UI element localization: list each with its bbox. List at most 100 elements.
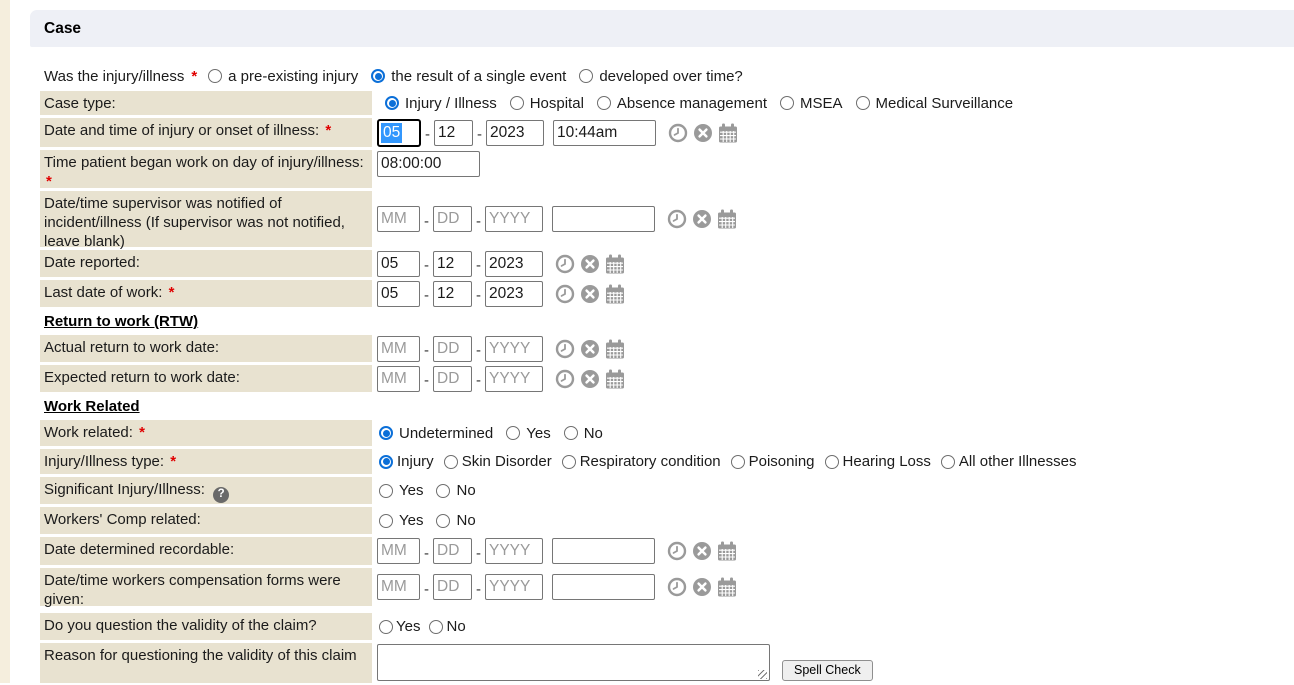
recordable-date-year-input[interactable] <box>485 538 543 564</box>
time-began-work-input[interactable] <box>377 151 480 177</box>
radio-label[interactable]: Injury <box>397 453 434 470</box>
wc-forms-date-month-input[interactable] <box>377 574 420 600</box>
clear-icon[interactable] <box>692 122 714 144</box>
clear-icon[interactable] <box>691 208 713 230</box>
radio-label[interactable]: No <box>456 512 475 529</box>
radio-label[interactable]: No <box>584 425 603 442</box>
supervisor-time-input[interactable] <box>552 206 655 232</box>
radio-icon[interactable] <box>379 620 393 634</box>
radio-option-yes[interactable]: Yes <box>379 482 423 499</box>
radio-option-hearing-loss[interactable]: Hearing Loss <box>825 453 931 470</box>
radio-icon[interactable] <box>429 620 443 634</box>
expected-rtw-year-input[interactable] <box>485 366 543 392</box>
radio-icon[interactable] <box>579 69 593 83</box>
supervisor-date-year-input[interactable] <box>485 206 543 232</box>
clock-icon[interactable] <box>554 338 576 360</box>
injury-time-input[interactable] <box>553 120 656 146</box>
radio-label[interactable]: the result of a single event <box>391 68 566 85</box>
radio-label[interactable]: MSEA <box>800 95 843 112</box>
clear-icon[interactable] <box>579 338 601 360</box>
radio-icon[interactable] <box>941 455 955 469</box>
calendar-icon[interactable] <box>604 253 626 275</box>
calendar-icon[interactable] <box>717 122 739 144</box>
recordable-date-day-input[interactable] <box>433 538 472 564</box>
radio-icon[interactable] <box>856 96 870 110</box>
clock-icon[interactable] <box>667 122 689 144</box>
radio-icon-selected[interactable] <box>385 96 399 110</box>
radio-option-pre-existing[interactable]: a pre-existing injury <box>208 68 358 85</box>
recordable-date-month-input[interactable] <box>377 538 420 564</box>
clock-icon[interactable] <box>666 540 688 562</box>
calendar-icon[interactable] <box>604 368 626 390</box>
reported-date-day-input[interactable] <box>433 251 472 277</box>
last-date-day-input[interactable] <box>433 281 472 307</box>
radio-option-respiratory[interactable]: Respiratory condition <box>562 453 721 470</box>
radio-label[interactable]: Respiratory condition <box>580 453 721 470</box>
radio-icon[interactable] <box>597 96 611 110</box>
radio-option-developed-over-time[interactable]: developed over time? <box>579 68 742 85</box>
radio-option-single-event[interactable]: the result of a single event <box>371 68 566 85</box>
supervisor-date-month-input[interactable] <box>377 206 420 232</box>
radio-icon[interactable] <box>379 514 393 528</box>
radio-icon[interactable] <box>506 426 520 440</box>
last-date-month-input[interactable] <box>377 281 420 307</box>
clock-icon[interactable] <box>666 576 688 598</box>
radio-option-no[interactable]: No <box>436 512 475 529</box>
radio-label[interactable]: Undetermined <box>399 425 493 442</box>
expected-rtw-month-input[interactable] <box>377 366 420 392</box>
injury-date-day-input[interactable] <box>434 120 473 146</box>
injury-date-year-input[interactable] <box>486 120 544 146</box>
reason-textarea[interactable] <box>377 644 770 681</box>
radio-label[interactable]: All other Illnesses <box>959 453 1077 470</box>
radio-option-medical-surveillance[interactable]: Medical Surveillance <box>856 95 1014 112</box>
spell-check-button[interactable]: Spell Check <box>782 660 873 681</box>
radio-label[interactable]: Yes <box>399 512 423 529</box>
radio-icon-selected[interactable] <box>371 69 385 83</box>
last-date-year-input[interactable] <box>485 281 543 307</box>
radio-icon[interactable] <box>564 426 578 440</box>
wc-forms-date-day-input[interactable] <box>433 574 472 600</box>
radio-label[interactable]: Injury / Illness <box>405 95 497 112</box>
calendar-icon[interactable] <box>716 576 738 598</box>
radio-option-absence-management[interactable]: Absence management <box>597 95 767 112</box>
radio-label[interactable]: Hearing Loss <box>843 453 931 470</box>
radio-icon[interactable] <box>825 455 839 469</box>
radio-icon[interactable] <box>562 455 576 469</box>
radio-label[interactable]: Medical Surveillance <box>876 95 1014 112</box>
calendar-icon[interactable] <box>716 208 738 230</box>
calendar-icon[interactable] <box>604 283 626 305</box>
reported-date-year-input[interactable] <box>485 251 543 277</box>
radio-icon[interactable] <box>436 514 450 528</box>
clock-icon[interactable] <box>554 368 576 390</box>
expected-rtw-day-input[interactable] <box>433 366 472 392</box>
radio-option-all-other[interactable]: All other Illnesses <box>941 453 1077 470</box>
radio-icon[interactable] <box>444 455 458 469</box>
wc-forms-time-input[interactable] <box>552 574 655 600</box>
radio-icon[interactable] <box>731 455 745 469</box>
radio-label[interactable]: Skin Disorder <box>462 453 552 470</box>
reported-date-month-input[interactable] <box>377 251 420 277</box>
supervisor-date-day-input[interactable] <box>433 206 472 232</box>
radio-option-poisoning[interactable]: Poisoning <box>731 453 815 470</box>
radio-label[interactable]: Absence management <box>617 95 767 112</box>
radio-icon[interactable] <box>379 484 393 498</box>
radio-label[interactable]: developed over time? <box>599 68 742 85</box>
radio-option-msea[interactable]: MSEA <box>780 95 843 112</box>
radio-option-no[interactable]: No <box>564 425 603 442</box>
radio-icon[interactable] <box>436 484 450 498</box>
radio-label[interactable]: No <box>446 618 465 635</box>
calendar-icon[interactable] <box>716 540 738 562</box>
radio-option-injury-illness[interactable]: Injury / Illness <box>385 95 497 112</box>
radio-label[interactable]: No <box>456 482 475 499</box>
clock-icon[interactable] <box>554 283 576 305</box>
radio-option-hospital[interactable]: Hospital <box>510 95 584 112</box>
clear-icon[interactable] <box>579 253 601 275</box>
clear-icon[interactable] <box>691 576 713 598</box>
radio-label[interactable]: Yes <box>396 618 420 635</box>
calendar-icon[interactable] <box>604 338 626 360</box>
radio-icon[interactable] <box>510 96 524 110</box>
radio-option-yes[interactable]: Yes <box>506 425 550 442</box>
clear-icon[interactable] <box>579 368 601 390</box>
radio-label[interactable]: a pre-existing injury <box>228 68 358 85</box>
clock-icon[interactable] <box>554 253 576 275</box>
